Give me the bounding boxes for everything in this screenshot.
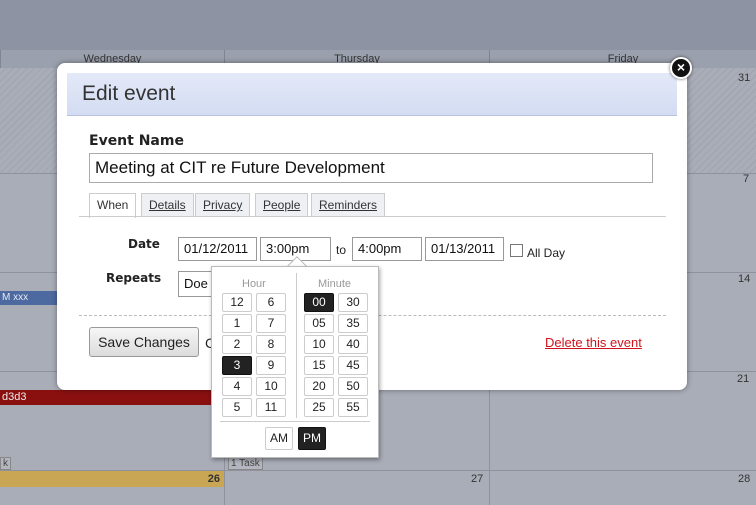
prev-chip[interactable]: k [0,457,11,470]
minute-option[interactable]: 30 [338,293,368,312]
hour-option[interactable]: 9 [256,356,286,375]
tab-when[interactable]: When [89,193,137,218]
close-icon[interactable]: × [670,57,692,79]
minute-heading: Minute [318,278,352,290]
save-changes-button[interactable]: Save Changes [89,327,199,357]
calendar-event-red[interactable]: d3d3 [0,390,222,405]
task-chip[interactable]: 1 Task [228,457,263,470]
tab-details[interactable]: Details [141,193,194,217]
calendar-toolbar [0,0,756,50]
minute-option-selected[interactable]: 00 [304,293,334,312]
minute-option[interactable]: 50 [338,377,368,396]
minute-option[interactable]: 45 [338,356,368,375]
end-date-input[interactable]: 01/13/2011 [425,237,504,261]
hour-option[interactable]: 8 [256,335,286,354]
dialog-title: Edit event [82,82,176,105]
tab-underline [79,216,666,217]
calendar-event-blue[interactable]: M xxx [0,291,58,305]
hour-option[interactable]: 2 [222,335,252,354]
hour-option[interactable]: 4 [222,377,252,396]
day-number: 28 [738,473,751,485]
minute-option[interactable]: 55 [338,398,368,417]
to-label: to [336,243,347,257]
hour-option[interactable]: 1 [222,314,252,333]
hour-heading: Hour [242,278,266,290]
start-date-input[interactable]: 01/12/2011 [178,237,257,261]
event-name-input[interactable]: Meeting at CIT re Future Development [89,153,653,183]
calendar-today-cell[interactable]: 26 [0,471,224,487]
end-time-input[interactable]: 4:00pm [352,237,422,261]
pm-option-selected[interactable]: PM [298,427,326,450]
day-number-today: 26 [207,473,220,485]
day-number: 31 [738,72,751,84]
picker-separator [220,421,370,422]
hour-option[interactable]: 6 [256,293,286,312]
hour-option[interactable]: 5 [222,398,252,417]
hour-option[interactable]: 12 [222,293,252,312]
day-number: 14 [738,273,751,285]
picker-divider [296,273,297,418]
hour-option-selected[interactable]: 3 [222,356,252,375]
minute-option[interactable]: 40 [338,335,368,354]
minute-option[interactable]: 35 [338,314,368,333]
minute-option[interactable]: 10 [304,335,334,354]
minute-option[interactable]: 15 [304,356,334,375]
tab-reminders[interactable]: Reminders [311,193,386,217]
tab-people[interactable]: People [255,193,309,217]
dialog-header: Edit event [67,73,677,116]
date-label: Date [128,237,160,251]
all-day-checkbox[interactable] [510,244,523,257]
day-number: 21 [737,373,750,385]
delete-event-link[interactable]: Delete this event [545,335,642,350]
hour-option[interactable]: 7 [256,314,286,333]
tab-privacy[interactable]: Privacy [195,193,251,217]
event-name-label: Event Name [89,133,184,149]
all-day-label: All Day [527,246,566,260]
am-option[interactable]: AM [265,427,293,450]
hour-option[interactable]: 10 [256,377,286,396]
day-number: 27 [471,473,484,485]
minute-option[interactable]: 05 [304,314,334,333]
time-picker: Hour Minute 12 6 1 7 2 8 3 9 4 10 5 11 0… [211,266,379,458]
repeats-label: Repeats [106,271,162,285]
minute-option[interactable]: 25 [304,398,334,417]
day-number: 7 [743,173,750,185]
minute-option[interactable]: 20 [304,377,334,396]
hour-option[interactable]: 11 [256,398,286,417]
